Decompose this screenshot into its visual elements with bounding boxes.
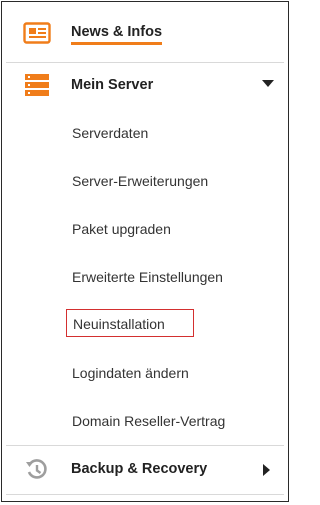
menu-item-news[interactable]: News & Infos (2, 2, 288, 62)
chevron-right-icon[interactable] (263, 464, 270, 476)
menu-item-mein-server[interactable]: Mein Server (2, 63, 288, 111)
submenu-item-paket-upgraden[interactable]: Paket upgraden (72, 217, 171, 241)
submenu-item-erweiterte-einstellungen[interactable]: Erweiterte Einstellungen (72, 265, 223, 289)
newspaper-icon (22, 21, 52, 45)
menu-item-mein-server-label: Mein Server (71, 77, 154, 93)
menu-item-backup-recovery-label: Backup & Recovery (71, 461, 208, 477)
submenu-item-neuinstallation[interactable]: Neuinstallation (66, 309, 194, 337)
submenu-item-domain-reseller-vertrag[interactable]: Domain Reseller-Vertrag (72, 409, 225, 433)
divider (6, 494, 284, 495)
chevron-down-icon[interactable] (262, 80, 274, 87)
menu-item-backup-recovery[interactable]: Backup & Recovery (2, 446, 288, 494)
submenu-item-serverdaten[interactable]: Serverdaten (72, 121, 148, 145)
server-icon (22, 73, 52, 97)
sidebar-menu: News & Infos Mein Server Serverdaten Ser… (1, 1, 289, 502)
submenu-item-server-erweiterungen[interactable]: Server-Erweiterungen (72, 169, 208, 193)
menu-item-news-label: News & Infos (71, 24, 163, 45)
history-icon (22, 458, 52, 482)
submenu-item-logindaten-aendern[interactable]: Logindaten ändern (72, 361, 189, 385)
